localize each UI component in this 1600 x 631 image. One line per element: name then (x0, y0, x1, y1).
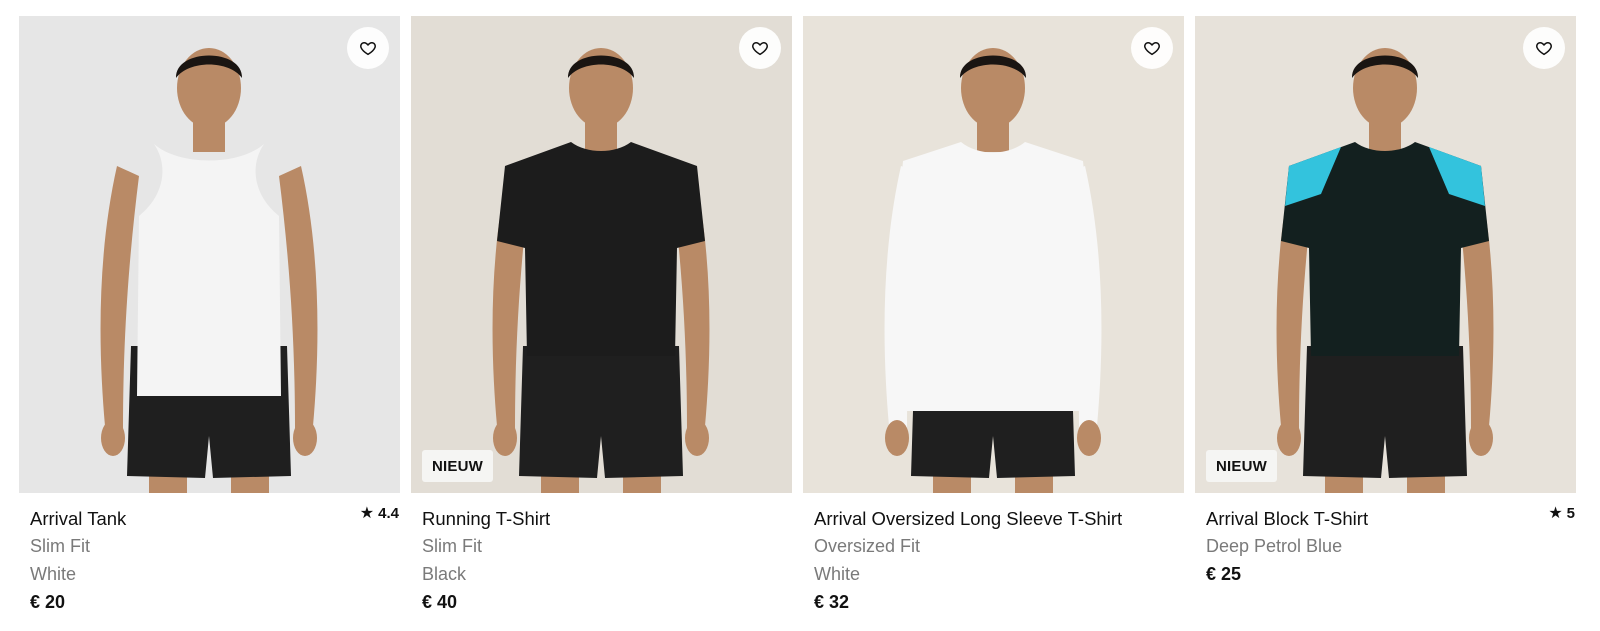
product-card[interactable]: Arrival Tank ★ 4.4 Slim Fit White € 20 (19, 16, 400, 616)
product-name[interactable]: Arrival Block T-Shirt (1206, 506, 1368, 532)
wishlist-button[interactable] (347, 27, 389, 69)
new-badge: NIEUW (422, 450, 493, 482)
product-price: € 25 (1206, 564, 1242, 584)
product-photo (1195, 16, 1576, 493)
product-fit: Deep Petrol Blue (1206, 536, 1343, 556)
rating-value: 4.4 (378, 505, 399, 522)
product-rating: ★ 5 (1548, 505, 1575, 522)
new-badge: NIEUW (1206, 450, 1277, 482)
star-icon: ★ (1548, 504, 1563, 522)
rating-value: 5 (1566, 505, 1575, 522)
product-name[interactable]: Arrival Oversized Long Sleeve T-Shirt (814, 506, 1122, 532)
product-price: € 40 (422, 592, 458, 612)
product-fit: Slim Fit (30, 536, 90, 556)
wishlist-button[interactable] (1523, 27, 1565, 69)
heart-outline-icon (1536, 42, 1552, 56)
wishlist-button[interactable] (739, 27, 781, 69)
wishlist-button[interactable] (1131, 27, 1173, 69)
product-price: € 20 (30, 592, 66, 612)
heart-outline-icon (1144, 42, 1160, 56)
product-color: Black (422, 564, 467, 584)
product-card[interactable]: NIEUW Arrival Block T-Shirt ★ 5 Deep Pet… (1195, 16, 1576, 616)
product-card[interactable]: NIEUW Running T-Shirt ★ Slim Fit Black €… (411, 16, 792, 616)
product-info: Arrival Tank ★ 4.4 Slim Fit White € 20 (19, 493, 400, 616)
product-info: Arrival Oversized Long Sleeve T-Shirt ★ … (803, 493, 1184, 616)
product-image[interactable]: NIEUW (411, 16, 792, 493)
product-info: Arrival Block T-Shirt ★ 5 Deep Petrol Bl… (1195, 493, 1576, 588)
product-rating: ★ 4.4 (360, 505, 399, 522)
product-card[interactable]: Arrival Oversized Long Sleeve T-Shirt ★ … (803, 16, 1184, 616)
product-fit: Oversized Fit (814, 536, 921, 556)
product-info: Running T-Shirt ★ Slim Fit Black € 40 (411, 493, 792, 616)
product-image[interactable] (19, 16, 400, 493)
product-photo (19, 16, 400, 493)
product-name[interactable]: Arrival Tank (30, 506, 126, 532)
heart-outline-icon (752, 42, 768, 56)
heart-outline-icon (360, 42, 376, 56)
star-icon: ★ (359, 504, 375, 522)
product-photo (803, 16, 1184, 493)
product-image[interactable]: NIEUW (1195, 16, 1576, 493)
product-color: White (30, 564, 77, 584)
product-grid: Arrival Tank ★ 4.4 Slim Fit White € 20 N… (19, 16, 1581, 616)
product-color: White (814, 564, 861, 584)
product-photo (411, 16, 792, 493)
product-fit: Slim Fit (422, 536, 482, 556)
product-name[interactable]: Running T-Shirt (422, 506, 550, 532)
product-price: € 32 (814, 592, 850, 612)
product-image[interactable] (803, 16, 1184, 493)
